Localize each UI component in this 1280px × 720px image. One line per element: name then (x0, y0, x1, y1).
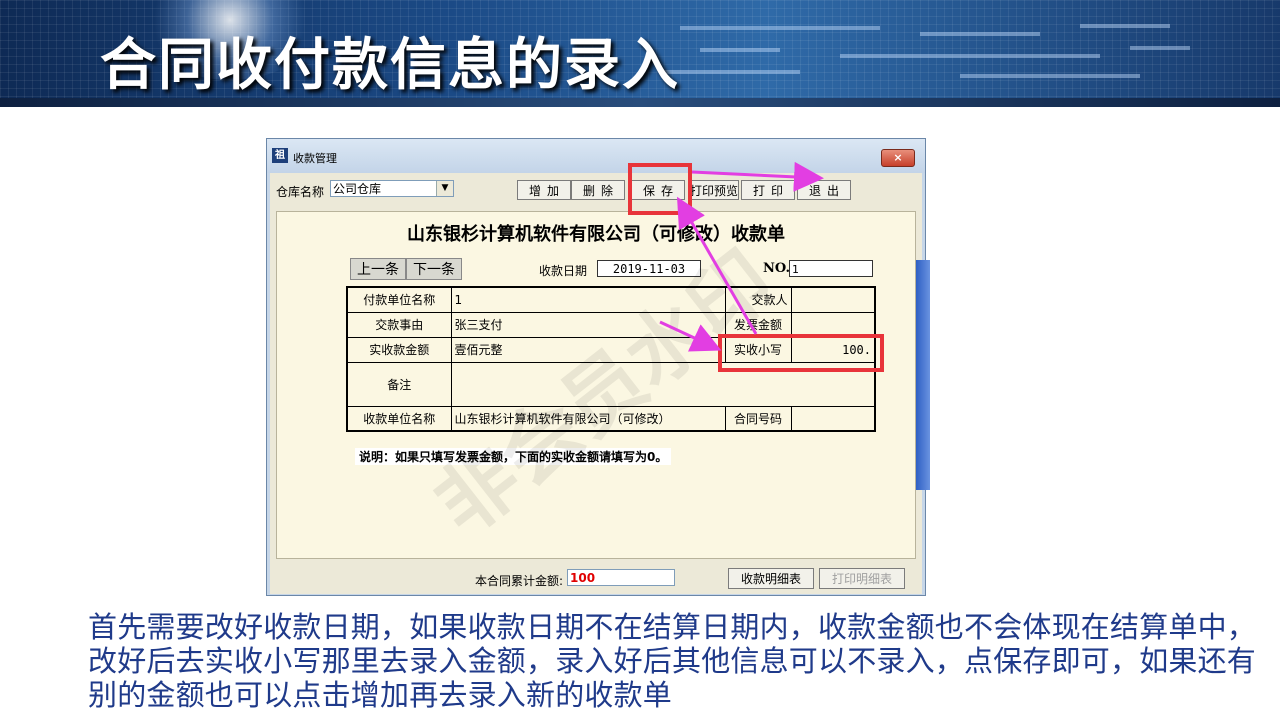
amount-highlight-box (718, 334, 884, 372)
print-button[interactable]: 打印 (741, 180, 795, 200)
warehouse-select[interactable]: 公司仓库 ▼ (330, 180, 454, 197)
background-strip (916, 260, 930, 490)
contract-input[interactable] (790, 405, 876, 432)
app-icon: 祖 (272, 148, 288, 163)
sum-label: 本合同累计金额: (475, 574, 564, 588)
print-detail-button[interactable]: 打印明细表 (819, 568, 905, 589)
sum-input[interactable]: 100 (567, 569, 675, 586)
next-record-button[interactable]: 下一条 (406, 258, 462, 280)
warehouse-value: 公司仓库 (333, 182, 382, 196)
payer-label: 付款单位名称 (346, 286, 452, 313)
window-title: 收款管理 (293, 152, 337, 165)
amount-label: 实收款金额 (346, 336, 452, 363)
print-preview-button[interactable]: 打印预览 (689, 180, 739, 200)
no-input[interactable]: 1 (789, 260, 873, 277)
no-label: NO. (763, 261, 790, 276)
remark-label: 备注 (346, 361, 452, 407)
window-titlebar: 祖 收款管理 × (267, 139, 925, 173)
receiver-label: 收款单位名称 (346, 405, 452, 432)
add-button[interactable]: 增加 (517, 180, 571, 200)
prev-record-button[interactable]: 上一条 (350, 258, 406, 280)
detail-report-button[interactable]: 收款明细表 (728, 568, 814, 589)
contract-label: 合同号码 (724, 405, 792, 432)
save-highlight-box (628, 163, 692, 215)
exit-button[interactable]: 退出 (797, 180, 851, 200)
slide-description: 首先需要改好收款日期，如果收款日期不在结算日期内，收款金额也不会体现在结算单中，… (88, 610, 1257, 712)
reason-label: 交款事由 (346, 311, 452, 338)
dropdown-arrow-icon[interactable]: ▼ (436, 181, 453, 196)
warehouse-label: 仓库名称 (276, 185, 325, 199)
page-title: 合同收付款信息的录入 (100, 33, 680, 98)
handover-input[interactable] (790, 286, 876, 313)
form-title: 山东银杉计算机软件有限公司（可修改）收款单 (407, 224, 785, 245)
delete-button[interactable]: 删除 (571, 180, 625, 200)
close-button[interactable]: × (881, 149, 915, 167)
date-label: 收款日期 (539, 264, 588, 278)
